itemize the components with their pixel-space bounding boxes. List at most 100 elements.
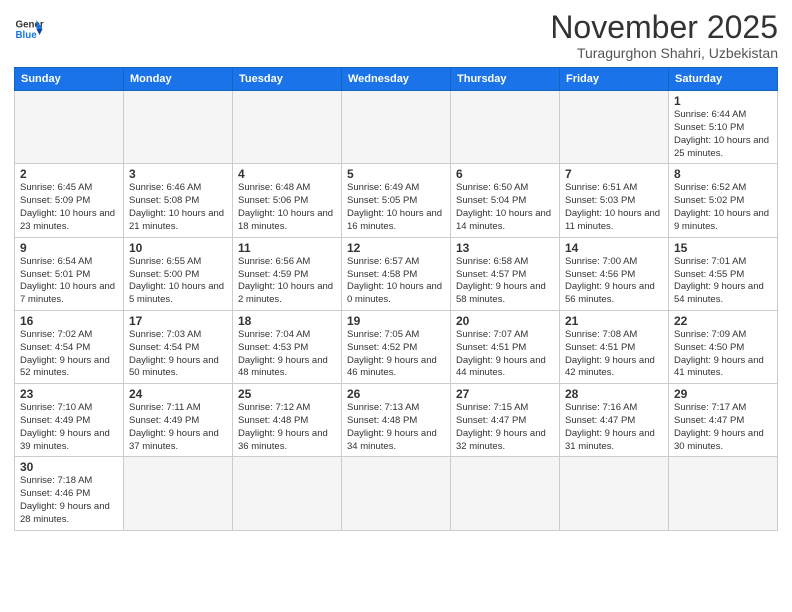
svg-text:Blue: Blue <box>16 30 38 41</box>
day-number: 15 <box>674 241 772 255</box>
day-number: 16 <box>20 314 118 328</box>
calendar-cell: 14Sunrise: 7:00 AM Sunset: 4:56 PM Dayli… <box>560 237 669 310</box>
calendar-cell <box>451 91 560 164</box>
col-header-wednesday: Wednesday <box>342 68 451 91</box>
day-number: 3 <box>129 167 227 181</box>
day-number: 7 <box>565 167 663 181</box>
calendar-header-row: SundayMondayTuesdayWednesdayThursdayFrid… <box>15 68 778 91</box>
calendar-cell: 10Sunrise: 6:55 AM Sunset: 5:00 PM Dayli… <box>124 237 233 310</box>
day-number: 12 <box>347 241 445 255</box>
calendar-cell: 12Sunrise: 6:57 AM Sunset: 4:58 PM Dayli… <box>342 237 451 310</box>
title-area: November 2025 Turagurghon Shahri, Uzbeki… <box>550 10 778 61</box>
day-info: Sunrise: 6:54 AM Sunset: 5:01 PM Dayligh… <box>20 256 118 307</box>
day-info: Sunrise: 7:07 AM Sunset: 4:51 PM Dayligh… <box>456 329 554 380</box>
calendar-week-2: 2Sunrise: 6:45 AM Sunset: 5:09 PM Daylig… <box>15 164 778 237</box>
calendar-cell: 8Sunrise: 6:52 AM Sunset: 5:02 PM Daylig… <box>669 164 778 237</box>
calendar-cell: 11Sunrise: 6:56 AM Sunset: 4:59 PM Dayli… <box>233 237 342 310</box>
calendar-cell: 9Sunrise: 6:54 AM Sunset: 5:01 PM Daylig… <box>15 237 124 310</box>
calendar: SundayMondayTuesdayWednesdayThursdayFrid… <box>14 67 778 531</box>
day-number: 19 <box>347 314 445 328</box>
day-info: Sunrise: 7:02 AM Sunset: 4:54 PM Dayligh… <box>20 329 118 380</box>
day-info: Sunrise: 6:51 AM Sunset: 5:03 PM Dayligh… <box>565 182 663 233</box>
day-info: Sunrise: 6:56 AM Sunset: 4:59 PM Dayligh… <box>238 256 336 307</box>
day-info: Sunrise: 6:46 AM Sunset: 5:08 PM Dayligh… <box>129 182 227 233</box>
calendar-cell: 13Sunrise: 6:58 AM Sunset: 4:57 PM Dayli… <box>451 237 560 310</box>
calendar-cell: 28Sunrise: 7:16 AM Sunset: 4:47 PM Dayli… <box>560 384 669 457</box>
calendar-cell: 21Sunrise: 7:08 AM Sunset: 4:51 PM Dayli… <box>560 310 669 383</box>
day-info: Sunrise: 6:45 AM Sunset: 5:09 PM Dayligh… <box>20 182 118 233</box>
day-info: Sunrise: 6:58 AM Sunset: 4:57 PM Dayligh… <box>456 256 554 307</box>
location: Turagurghon Shahri, Uzbekistan <box>550 45 778 61</box>
calendar-cell: 19Sunrise: 7:05 AM Sunset: 4:52 PM Dayli… <box>342 310 451 383</box>
day-number: 17 <box>129 314 227 328</box>
calendar-cell <box>342 91 451 164</box>
calendar-cell: 27Sunrise: 7:15 AM Sunset: 4:47 PM Dayli… <box>451 384 560 457</box>
logo: General Blue <box>14 14 44 44</box>
calendar-cell: 18Sunrise: 7:04 AM Sunset: 4:53 PM Dayli… <box>233 310 342 383</box>
calendar-cell: 25Sunrise: 7:12 AM Sunset: 4:48 PM Dayli… <box>233 384 342 457</box>
calendar-week-3: 9Sunrise: 6:54 AM Sunset: 5:01 PM Daylig… <box>15 237 778 310</box>
day-info: Sunrise: 7:09 AM Sunset: 4:50 PM Dayligh… <box>674 329 772 380</box>
day-number: 5 <box>347 167 445 181</box>
day-number: 30 <box>20 460 118 474</box>
day-info: Sunrise: 7:03 AM Sunset: 4:54 PM Dayligh… <box>129 329 227 380</box>
day-number: 4 <box>238 167 336 181</box>
calendar-cell: 30Sunrise: 7:18 AM Sunset: 4:46 PM Dayli… <box>15 457 124 530</box>
day-number: 14 <box>565 241 663 255</box>
day-number: 6 <box>456 167 554 181</box>
day-info: Sunrise: 7:10 AM Sunset: 4:49 PM Dayligh… <box>20 402 118 453</box>
day-info: Sunrise: 7:04 AM Sunset: 4:53 PM Dayligh… <box>238 329 336 380</box>
col-header-thursday: Thursday <box>451 68 560 91</box>
calendar-cell: 16Sunrise: 7:02 AM Sunset: 4:54 PM Dayli… <box>15 310 124 383</box>
calendar-cell <box>233 91 342 164</box>
day-info: Sunrise: 7:15 AM Sunset: 4:47 PM Dayligh… <box>456 402 554 453</box>
day-info: Sunrise: 7:01 AM Sunset: 4:55 PM Dayligh… <box>674 256 772 307</box>
day-info: Sunrise: 6:49 AM Sunset: 5:05 PM Dayligh… <box>347 182 445 233</box>
calendar-cell: 26Sunrise: 7:13 AM Sunset: 4:48 PM Dayli… <box>342 384 451 457</box>
day-info: Sunrise: 6:55 AM Sunset: 5:00 PM Dayligh… <box>129 256 227 307</box>
day-number: 25 <box>238 387 336 401</box>
day-info: Sunrise: 6:57 AM Sunset: 4:58 PM Dayligh… <box>347 256 445 307</box>
day-number: 11 <box>238 241 336 255</box>
day-number: 9 <box>20 241 118 255</box>
col-header-friday: Friday <box>560 68 669 91</box>
calendar-cell <box>560 457 669 530</box>
day-info: Sunrise: 7:17 AM Sunset: 4:47 PM Dayligh… <box>674 402 772 453</box>
day-info: Sunrise: 7:12 AM Sunset: 4:48 PM Dayligh… <box>238 402 336 453</box>
calendar-week-4: 16Sunrise: 7:02 AM Sunset: 4:54 PM Dayli… <box>15 310 778 383</box>
day-number: 18 <box>238 314 336 328</box>
calendar-cell: 29Sunrise: 7:17 AM Sunset: 4:47 PM Dayli… <box>669 384 778 457</box>
day-number: 1 <box>674 94 772 108</box>
calendar-cell: 22Sunrise: 7:09 AM Sunset: 4:50 PM Dayli… <box>669 310 778 383</box>
logo-icon: General Blue <box>14 14 44 44</box>
day-info: Sunrise: 7:11 AM Sunset: 4:49 PM Dayligh… <box>129 402 227 453</box>
day-number: 27 <box>456 387 554 401</box>
page: General Blue November 2025 Turagurghon S… <box>0 0 792 612</box>
col-header-tuesday: Tuesday <box>233 68 342 91</box>
col-header-saturday: Saturday <box>669 68 778 91</box>
calendar-cell <box>451 457 560 530</box>
calendar-cell: 15Sunrise: 7:01 AM Sunset: 4:55 PM Dayli… <box>669 237 778 310</box>
calendar-cell: 4Sunrise: 6:48 AM Sunset: 5:06 PM Daylig… <box>233 164 342 237</box>
day-info: Sunrise: 7:05 AM Sunset: 4:52 PM Dayligh… <box>347 329 445 380</box>
month-title: November 2025 <box>550 10 778 45</box>
calendar-week-6: 30Sunrise: 7:18 AM Sunset: 4:46 PM Dayli… <box>15 457 778 530</box>
calendar-cell: 7Sunrise: 6:51 AM Sunset: 5:03 PM Daylig… <box>560 164 669 237</box>
day-number: 20 <box>456 314 554 328</box>
day-info: Sunrise: 7:08 AM Sunset: 4:51 PM Dayligh… <box>565 329 663 380</box>
calendar-cell <box>669 457 778 530</box>
calendar-week-5: 23Sunrise: 7:10 AM Sunset: 4:49 PM Dayli… <box>15 384 778 457</box>
calendar-cell: 5Sunrise: 6:49 AM Sunset: 5:05 PM Daylig… <box>342 164 451 237</box>
calendar-cell <box>124 457 233 530</box>
day-info: Sunrise: 7:16 AM Sunset: 4:47 PM Dayligh… <box>565 402 663 453</box>
day-number: 28 <box>565 387 663 401</box>
calendar-cell <box>560 91 669 164</box>
calendar-cell: 20Sunrise: 7:07 AM Sunset: 4:51 PM Dayli… <box>451 310 560 383</box>
day-info: Sunrise: 6:44 AM Sunset: 5:10 PM Dayligh… <box>674 109 772 160</box>
day-info: Sunrise: 7:13 AM Sunset: 4:48 PM Dayligh… <box>347 402 445 453</box>
day-number: 2 <box>20 167 118 181</box>
day-number: 21 <box>565 314 663 328</box>
col-header-sunday: Sunday <box>15 68 124 91</box>
calendar-cell: 3Sunrise: 6:46 AM Sunset: 5:08 PM Daylig… <box>124 164 233 237</box>
calendar-cell <box>233 457 342 530</box>
